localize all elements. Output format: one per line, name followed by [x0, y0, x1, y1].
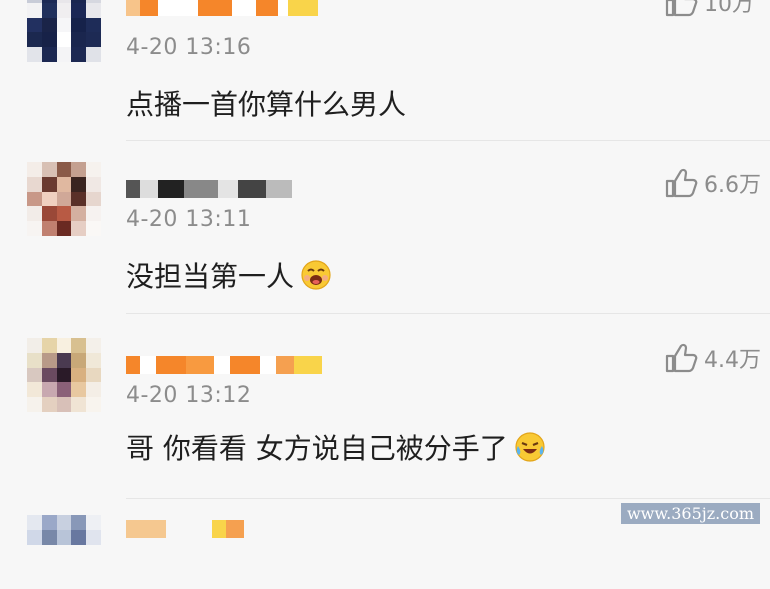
watermark: www.365jz.com — [620, 503, 760, 524]
comment-text-body: 没担当第一人 — [126, 260, 295, 293]
like-button[interactable]: 4.4万 — [664, 342, 761, 374]
comment-text: 没担当第一人 — [126, 255, 332, 298]
avatar[interactable] — [27, 162, 101, 236]
tears-of-joy-emoji — [514, 431, 546, 470]
like-count: 6.6万 — [704, 173, 761, 198]
username-blurred[interactable] — [126, 352, 322, 378]
like-button[interactable]: 6.6万 — [664, 167, 761, 199]
divider — [126, 140, 770, 141]
username-blurred[interactable] — [126, 176, 292, 202]
username-blurred[interactable] — [126, 0, 318, 20]
avatar[interactable] — [27, 0, 101, 62]
divider — [126, 498, 770, 499]
avatar[interactable] — [27, 338, 101, 412]
divider — [126, 313, 770, 314]
comment-time: 4-20 13:11 — [126, 207, 252, 232]
thumbs-up-icon — [665, 168, 698, 198]
comment-time: 4-20 13:16 — [126, 35, 252, 60]
like-button[interactable]: 10万 — [664, 0, 754, 18]
comment-text-body: 哥 你看看 女方说自己被分手了 — [126, 432, 508, 465]
username-blurred[interactable] — [126, 516, 244, 542]
laughing-face-emoji — [300, 259, 332, 298]
avatar[interactable] — [27, 515, 101, 589]
thumbs-up-icon — [665, 343, 698, 373]
comment-time: 4-20 13:12 — [126, 383, 252, 408]
comment-text: 点播一首你算什么男人 — [126, 88, 407, 121]
like-count: 10万 — [704, 0, 754, 17]
thumbs-up-icon — [665, 0, 698, 17]
like-count: 4.4万 — [704, 348, 761, 373]
comment-text: 哥 你看看 女方说自己被分手了 — [126, 427, 546, 470]
